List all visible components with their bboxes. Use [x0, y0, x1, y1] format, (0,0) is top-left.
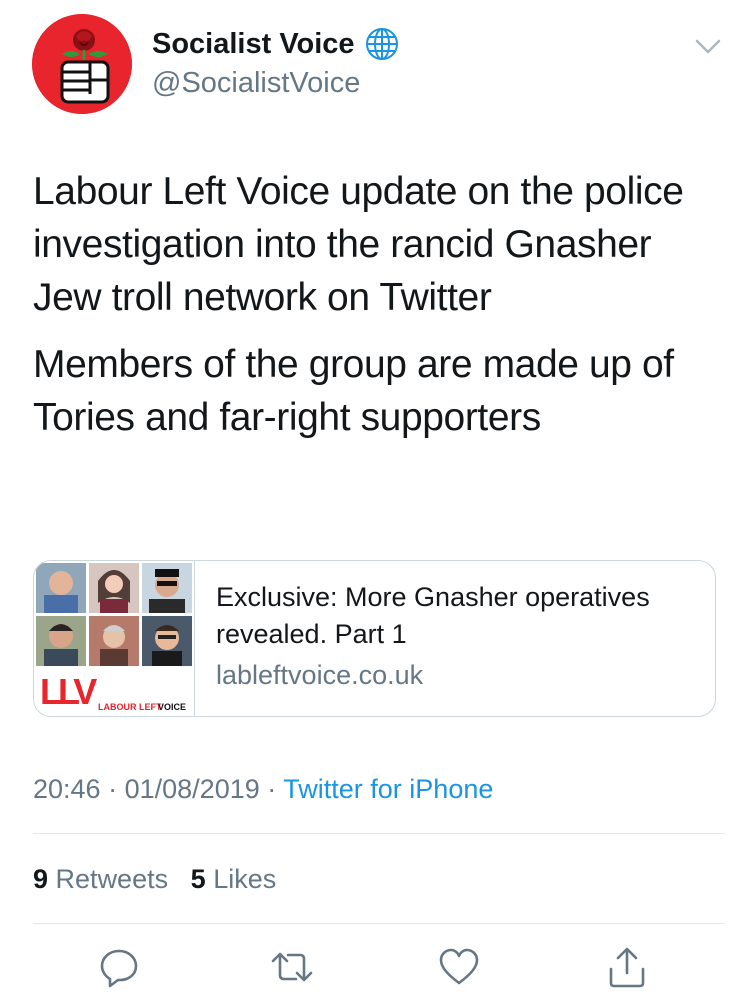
globe-icon: [365, 27, 399, 61]
link-card[interactable]: LLV LABOUR LEFT VOICE Exclusive: More Gn…: [33, 560, 716, 717]
user-handle[interactable]: @SocialistVoice: [152, 66, 360, 100]
rose-fist-logo-icon: [32, 14, 132, 114]
svg-text:LLV: LLV: [40, 671, 97, 712]
retweets-count: 9: [33, 864, 49, 894]
heart-icon[interactable]: [437, 945, 481, 989]
tweet-stats: 9 Retweets 5 Likes: [33, 862, 276, 896]
likes-stat[interactable]: 5 Likes: [191, 864, 277, 894]
tweet-source-link[interactable]: Twitter for iPhone: [283, 774, 493, 804]
divider: [33, 923, 725, 924]
tweet-time[interactable]: 20:46: [33, 774, 101, 804]
retweet-icon[interactable]: [270, 945, 314, 989]
svg-text:VOICE: VOICE: [158, 702, 186, 712]
svg-text:LABOUR LEFT: LABOUR LEFT: [98, 702, 162, 712]
retweets-label: Retweets: [55, 864, 169, 894]
retweets-stat[interactable]: 9 Retweets: [33, 864, 176, 894]
name-row: Socialist Voice: [152, 27, 399, 61]
share-icon[interactable]: [605, 945, 649, 989]
card-image: LLV LABOUR LEFT VOICE: [36, 563, 192, 716]
tweet-meta: 20:46 · 01/08/2019 · Twitter for iPhone: [33, 772, 493, 806]
likes-count: 5: [190, 864, 206, 894]
card-domain: lableftvoice.co.uk: [216, 660, 424, 690]
card-thumbnail: LLV LABOUR LEFT VOICE: [34, 561, 195, 716]
reply-icon[interactable]: [97, 945, 141, 989]
tweet-paragraph: Members of the group are made up of Tori…: [33, 343, 674, 439]
tweet-text: Labour Left Voice update on the police i…: [33, 165, 723, 444]
avatar[interactable]: [32, 14, 132, 114]
meta-separator: ·: [267, 774, 277, 804]
tweet-date[interactable]: 01/08/2019: [125, 774, 260, 804]
divider: [33, 833, 725, 834]
card-title[interactable]: Exclusive: More Gnasher operatives revea…: [216, 579, 696, 653]
chevron-down-icon[interactable]: [695, 38, 721, 56]
display-name[interactable]: Socialist Voice: [152, 27, 355, 61]
likes-label: Likes: [213, 864, 277, 894]
meta-separator: ·: [108, 774, 118, 804]
tweet-paragraph: Labour Left Voice update on the police i…: [33, 170, 684, 319]
tweet-header: Socialist Voice @SocialistVoice: [0, 0, 750, 130]
action-bar: [0, 945, 750, 990]
